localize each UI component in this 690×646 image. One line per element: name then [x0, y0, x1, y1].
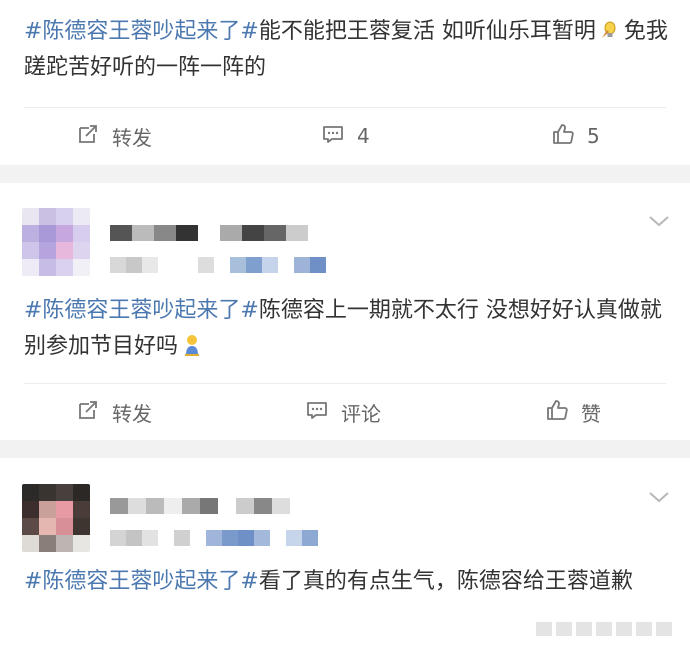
comment-button[interactable]: 评论	[305, 384, 381, 440]
repost-button[interactable]: 转发	[76, 108, 152, 164]
username-blurred[interactable]	[110, 225, 308, 241]
thumbs-up-icon	[545, 398, 569, 427]
post-meta-blurred	[110, 257, 326, 273]
post-text-part: 看了真的有点生气，陈德容给王蓉道歉	[258, 569, 633, 594]
share-icon	[76, 122, 100, 151]
action-bar: 转发 4 5	[0, 108, 690, 164]
post-text: #陈德容王蓉吵起来了#能不能把王蓉复活 如听仙乐耳暂明 免我蹉跎苦好听的一阵一阵…	[24, 14, 669, 86]
comment-count: 4	[357, 124, 370, 148]
like-count: 5	[587, 124, 600, 148]
kneeling-figure-emoji	[180, 333, 204, 357]
post-meta-blurred	[110, 530, 318, 546]
comment-icon	[305, 398, 329, 427]
repost-button[interactable]: 转发	[76, 384, 152, 440]
comment-icon	[321, 122, 345, 151]
username-blurred[interactable]	[110, 498, 290, 514]
chevron-down-icon[interactable]	[648, 490, 670, 504]
repost-label: 转发	[112, 125, 152, 150]
comment-button[interactable]: 4	[321, 108, 370, 164]
watermark-blurred	[536, 622, 672, 636]
post-card-3: #陈德容王蓉吵起来了#看了真的有点生气，陈德容给王蓉道歉	[0, 458, 690, 646]
chevron-down-icon[interactable]	[648, 214, 670, 228]
avatar[interactable]	[22, 484, 90, 552]
post-text: #陈德容王蓉吵起来了#陈德容上一期就不太行 没想好好认真做就别参加节目好吗	[24, 293, 669, 365]
like-button[interactable]: 赞	[545, 384, 601, 440]
post-text-part: 能不能把王蓉复活 如听仙乐耳暂明	[258, 19, 596, 44]
topic-link[interactable]: #陈德容王蓉吵起来了#	[24, 569, 259, 594]
like-label: 赞	[581, 401, 601, 426]
repost-label: 转发	[112, 401, 152, 426]
light-bulb-emoji	[598, 18, 622, 42]
like-button[interactable]: 5	[551, 108, 600, 164]
comment-label: 评论	[341, 401, 381, 426]
avatar[interactable]	[22, 208, 90, 276]
thumbs-up-icon	[551, 122, 575, 151]
post-text: #陈德容王蓉吵起来了#看了真的有点生气，陈德容给王蓉道歉	[24, 564, 669, 600]
topic-link[interactable]: #陈德容王蓉吵起来了#	[24, 298, 259, 323]
topic-link[interactable]: #陈德容王蓉吵起来了#	[24, 19, 259, 44]
post-card-1: #陈德容王蓉吵起来了#能不能把王蓉复活 如听仙乐耳暂明 免我蹉跎苦好听的一阵一阵…	[0, 0, 690, 165]
share-icon	[76, 398, 100, 427]
action-bar: 转发 评论 赞	[0, 384, 690, 440]
post-card-2: #陈德容王蓉吵起来了#陈德容上一期就不太行 没想好好认真做就别参加节目好吗 转发…	[0, 183, 690, 440]
